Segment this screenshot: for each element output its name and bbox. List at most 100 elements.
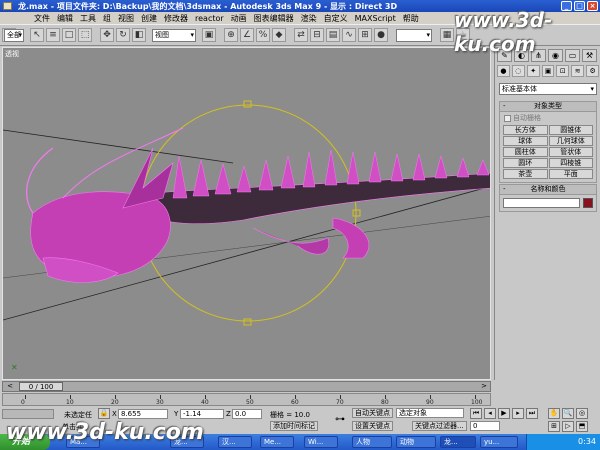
- taskbar-item[interactable]: 动物: [396, 436, 436, 448]
- menu-group[interactable]: 组: [103, 13, 111, 24]
- prev-key-icon[interactable]: ◂: [484, 408, 496, 419]
- lock-selection-icon[interactable]: 🔒: [98, 408, 110, 419]
- menu-modifiers[interactable]: 修改器: [164, 13, 188, 24]
- next-key-icon[interactable]: ▸: [512, 408, 524, 419]
- time-slider-thumb[interactable]: 0 / 100: [19, 382, 63, 391]
- z-coordinate-field[interactable]: 0.0: [232, 409, 262, 419]
- pyramid-button[interactable]: 四棱锥: [548, 158, 593, 168]
- curve-editor-icon[interactable]: ∿: [342, 28, 356, 42]
- selection-filter-dropdown[interactable]: 全部: [4, 29, 24, 42]
- menu-rendering[interactable]: 渲染: [301, 13, 317, 24]
- prev-frame-arrow[interactable]: <: [5, 382, 15, 391]
- geometry-icon[interactable]: ●: [497, 65, 510, 77]
- plane-button[interactable]: 平面: [548, 169, 593, 179]
- go-to-end-icon[interactable]: ⏭: [526, 408, 538, 419]
- menu-animation[interactable]: 动画: [231, 13, 247, 24]
- systems-icon[interactable]: ⚙: [586, 65, 600, 77]
- tube-button[interactable]: 管状体: [548, 147, 593, 157]
- y-coordinate-field[interactable]: -1.14: [180, 409, 224, 419]
- object-name-input[interactable]: [503, 198, 580, 208]
- helpers-icon[interactable]: ⊡: [556, 65, 570, 77]
- key-filters-button[interactable]: 关键点过滤器...: [412, 421, 467, 431]
- fov-icon[interactable]: ▷: [562, 421, 574, 432]
- auto-key-button[interactable]: 自动关键点: [352, 408, 393, 418]
- object-type-title[interactable]: 对象类型: [500, 102, 596, 112]
- set-key-button[interactable]: 设置关键点: [352, 421, 393, 431]
- sphere-button[interactable]: 球体: [503, 136, 548, 146]
- taskbar-item[interactable]: yu...: [480, 436, 518, 448]
- reference-coord-dropdown[interactable]: 视图: [152, 29, 196, 42]
- select-object-icon[interactable]: ↖: [30, 28, 44, 42]
- move-icon[interactable]: ✥: [100, 28, 114, 42]
- name-color-title[interactable]: 名称和颜色: [500, 185, 596, 195]
- spinner-snap-icon[interactable]: ◆: [272, 28, 286, 42]
- autogrid-row[interactable]: 自动栅格: [500, 112, 596, 124]
- gizmo-handle-top[interactable]: [243, 100, 252, 108]
- menu-edit[interactable]: 编辑: [57, 13, 73, 24]
- gizmo-handle-bottom[interactable]: [243, 318, 252, 326]
- material-editor-icon[interactable]: ●: [374, 28, 388, 42]
- layer-icon[interactable]: ▤: [326, 28, 340, 42]
- menu-customize[interactable]: 自定义: [324, 13, 348, 24]
- menu-tools[interactable]: 工具: [80, 13, 96, 24]
- percent-snap-icon[interactable]: %: [256, 28, 270, 42]
- pan-icon[interactable]: ✋: [548, 408, 560, 419]
- time-slider[interactable]: < 0 / 100 >: [2, 381, 491, 392]
- torus-button[interactable]: 圆环: [503, 158, 548, 168]
- select-by-name-icon[interactable]: ≡: [46, 28, 60, 42]
- add-time-tag-button[interactable]: 添加时间标记: [270, 421, 318, 431]
- geosphere-button[interactable]: 几何球体: [548, 136, 593, 146]
- menu-maxscript[interactable]: MAXScript: [355, 14, 396, 23]
- cameras-icon[interactable]: ▣: [541, 65, 555, 77]
- current-frame-field[interactable]: 0: [470, 421, 500, 431]
- x-coordinate-field[interactable]: 8.655: [118, 409, 168, 419]
- menu-help[interactable]: 帮助: [403, 13, 419, 24]
- angle-snap-icon[interactable]: ∠: [240, 28, 254, 42]
- teapot-button[interactable]: 茶壶: [503, 169, 548, 179]
- menu-graph-editors[interactable]: 图表编辑器: [254, 13, 294, 24]
- lights-icon[interactable]: ✦: [526, 65, 540, 77]
- object-color-swatch[interactable]: [583, 198, 593, 208]
- shapes-icon[interactable]: ◌: [511, 65, 525, 77]
- maxscript-listener[interactable]: [2, 409, 54, 419]
- taskbar-item[interactable]: Wi...: [304, 436, 338, 448]
- box-button[interactable]: 长方体: [503, 125, 548, 135]
- menu-reactor[interactable]: reactor: [195, 14, 224, 23]
- grid-size-text: 栅格 = 10.0: [270, 411, 310, 419]
- object-type-rollout: 对象类型 自动栅格 长方体 圆锥体 球体 几何球体 圆柱体 管状体 圆环 四棱锥…: [499, 101, 597, 183]
- snap-icon[interactable]: ⊕: [224, 28, 238, 42]
- scale-icon[interactable]: ◧: [132, 28, 146, 42]
- zoom-extents-icon[interactable]: ⊞: [548, 421, 560, 432]
- autogrid-checkbox[interactable]: [504, 114, 511, 122]
- perspective-viewport[interactable]: 透视 ✕: [2, 47, 491, 380]
- track-bar[interactable]: 0 10 20 30 40 50 60 70 80 90 100: [2, 393, 491, 406]
- maximize-viewport-icon[interactable]: ⬒: [576, 421, 588, 432]
- primitive-category-dropdown[interactable]: 标准基本体: [499, 83, 597, 95]
- play-icon[interactable]: ▶: [498, 408, 510, 419]
- align-icon[interactable]: ⊟: [310, 28, 324, 42]
- menu-create[interactable]: 创建: [141, 13, 157, 24]
- orbit-icon[interactable]: ◎: [576, 408, 588, 419]
- spacewarps-icon[interactable]: ≋: [571, 65, 585, 77]
- pivot-icon[interactable]: ▣: [202, 28, 216, 42]
- zoom-icon[interactable]: 🔍: [562, 408, 574, 419]
- taskbar-item-active[interactable]: 龙...: [440, 436, 476, 448]
- taskbar-item[interactable]: 汉...: [218, 436, 252, 448]
- schematic-icon[interactable]: ⊞: [358, 28, 372, 42]
- selected-set-dropdown[interactable]: 选定对象: [396, 408, 464, 418]
- taskbar-item[interactable]: Me...: [260, 436, 294, 448]
- named-selection-dropdown[interactable]: [396, 29, 432, 42]
- render-setup-icon[interactable]: ▦: [440, 28, 454, 42]
- cone-button[interactable]: 圆锥体: [548, 125, 593, 135]
- menu-views[interactable]: 视图: [118, 13, 134, 24]
- next-frame-arrow[interactable]: >: [479, 382, 489, 391]
- menu-file[interactable]: 文件: [34, 13, 50, 24]
- taskbar-item[interactable]: 人物: [352, 436, 392, 448]
- window-crossing-icon[interactable]: ⬚: [78, 28, 92, 42]
- cylinder-button[interactable]: 圆柱体: [503, 147, 548, 157]
- go-to-start-icon[interactable]: ⏮: [470, 408, 482, 419]
- track-tick-label: 80: [381, 399, 389, 406]
- rect-select-icon[interactable]: □: [62, 28, 76, 42]
- mirror-icon[interactable]: ⇄: [294, 28, 308, 42]
- rotate-icon[interactable]: ↻: [116, 28, 130, 42]
